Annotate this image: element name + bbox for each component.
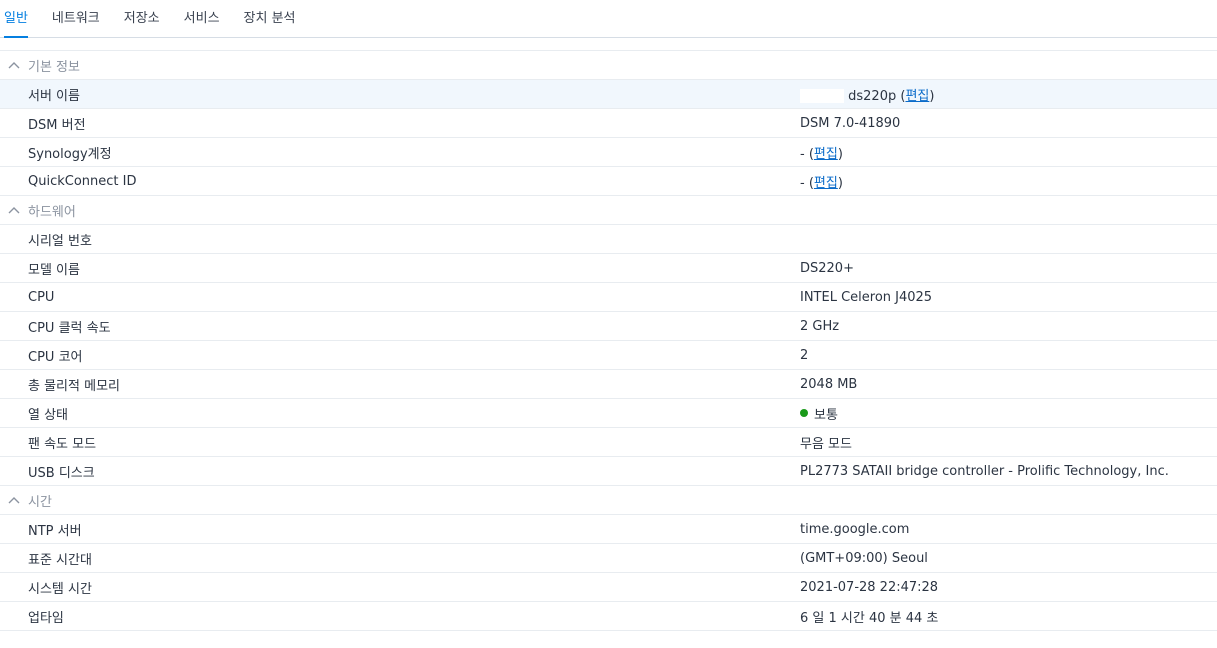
field-label: 팬 속도 모드 xyxy=(28,436,97,452)
chevron-up-icon xyxy=(0,496,28,504)
row-physical-memory: 총 물리적 메모리 2048 MB xyxy=(0,369,1217,398)
field-label: CPU 코어 xyxy=(28,349,83,365)
field-value: INTEL Celeron J4025 xyxy=(800,289,933,305)
field-label: 모델 이름 xyxy=(28,262,80,278)
status-dot-icon xyxy=(800,409,808,417)
field-value: 2 GHz xyxy=(800,318,840,334)
section-time-header[interactable]: 시간 xyxy=(0,485,1217,514)
redacted-area xyxy=(800,89,844,103)
field-label: USB 디스크 xyxy=(28,465,95,481)
field-value: PL2773 SATAII bridge controller - Prolif… xyxy=(800,463,1169,479)
field-value: 무음 모드 xyxy=(800,436,852,452)
field-label: NTP 서버 xyxy=(28,523,82,539)
chevron-up-icon xyxy=(0,61,28,69)
field-label: 서버 이름 xyxy=(28,88,80,104)
status-badge: 보통 xyxy=(800,404,1217,423)
field-label: 총 물리적 메모리 xyxy=(28,378,120,394)
field-label: Synology계정 xyxy=(28,146,112,162)
field-label: QuickConnect ID xyxy=(28,173,137,189)
field-label: CPU 클럭 속도 xyxy=(28,320,111,336)
field-value: ds220p (편집) xyxy=(800,85,1217,104)
edit-quickconnect-id-link[interactable]: 편집 xyxy=(814,176,838,191)
row-quickconnect-id: QuickConnect ID - (편집) xyxy=(0,166,1217,195)
thermal-status-value: 보통 xyxy=(814,407,838,423)
divider xyxy=(0,630,1217,631)
field-value: - (편집) xyxy=(800,175,843,191)
field-label: 시리얼 번호 xyxy=(28,233,92,249)
row-system-time: 시스템 시간 2021-07-28 22:47:28 xyxy=(0,572,1217,601)
tab-device-analytics[interactable]: 장치 분석 xyxy=(244,0,296,37)
quickconnect-id-value: - xyxy=(800,175,805,191)
section-hardware-header[interactable]: 하드웨어 xyxy=(0,195,1217,224)
row-model-name: 모델 이름 DS220+ xyxy=(0,253,1217,282)
field-value: - (편집) xyxy=(800,146,843,162)
row-uptime: 업타임 6 일 1 시간 40 분 44 초 xyxy=(0,601,1217,630)
tab-services[interactable]: 서비스 xyxy=(184,0,220,37)
row-thermal-status: 열 상태 보통 xyxy=(0,398,1217,427)
row-usb-disk: USB 디스크 PL2773 SATAII bridge controller … xyxy=(0,456,1217,485)
field-value: time.google.com xyxy=(800,521,910,537)
field-value: 2021-07-28 22:47:28 xyxy=(800,579,939,595)
field-label: DSM 버전 xyxy=(28,117,86,133)
row-serial-number: 시리얼 번호 xyxy=(0,224,1217,253)
synology-account-value: - xyxy=(800,146,805,162)
field-value: 2 xyxy=(800,347,809,363)
field-label: 업타임 xyxy=(28,610,64,626)
row-timezone: 표준 시간대 (GMT+09:00) Seoul xyxy=(0,543,1217,572)
field-label: 표준 시간대 xyxy=(28,552,92,568)
tab-network[interactable]: 네트워크 xyxy=(52,0,100,37)
section-title: 기본 정보 xyxy=(28,59,80,75)
info-panel: 기본 정보 서버 이름 ds220p (편집) DSM 버전 DSM 7.0-4… xyxy=(0,38,1217,631)
row-synology-account: Synology계정 - (편집) xyxy=(0,137,1217,166)
section-basic-info-header[interactable]: 기본 정보 xyxy=(0,50,1217,79)
field-value: (GMT+09:00) Seoul xyxy=(800,550,928,566)
field-value: DSM 7.0-41890 xyxy=(800,115,901,131)
edit-synology-account-link[interactable]: 편집 xyxy=(814,147,838,162)
tab-bar: 일반 네트워크 저장소 서비스 장치 분석 xyxy=(0,0,1217,38)
section-title: 하드웨어 xyxy=(28,204,76,220)
row-cpu: CPU INTEL Celeron J4025 xyxy=(0,282,1217,311)
server-name-value: ds220p xyxy=(848,88,897,104)
field-value: DS220+ xyxy=(800,260,854,276)
tab-general[interactable]: 일반 xyxy=(4,0,28,38)
edit-server-name-link[interactable]: 편집 xyxy=(905,89,929,104)
row-cpu-clock: CPU 클럭 속도 2 GHz xyxy=(0,311,1217,340)
field-label: 열 상태 xyxy=(28,407,69,423)
row-dsm-version: DSM 버전 DSM 7.0-41890 xyxy=(0,108,1217,137)
field-label: CPU xyxy=(28,289,55,305)
row-server-name: 서버 이름 ds220p (편집) xyxy=(0,79,1217,108)
field-value: 6 일 1 시간 40 분 44 초 xyxy=(800,610,939,626)
chevron-up-icon xyxy=(0,206,28,214)
field-value: 2048 MB xyxy=(800,376,858,392)
tab-storage[interactable]: 저장소 xyxy=(124,0,160,37)
field-label: 시스템 시간 xyxy=(28,581,92,597)
row-ntp-server: NTP 서버 time.google.com xyxy=(0,514,1217,543)
row-cpu-cores: CPU 코어 2 xyxy=(0,340,1217,369)
row-fan-speed-mode: 팬 속도 모드 무음 모드 xyxy=(0,427,1217,456)
section-title: 시간 xyxy=(28,494,52,510)
